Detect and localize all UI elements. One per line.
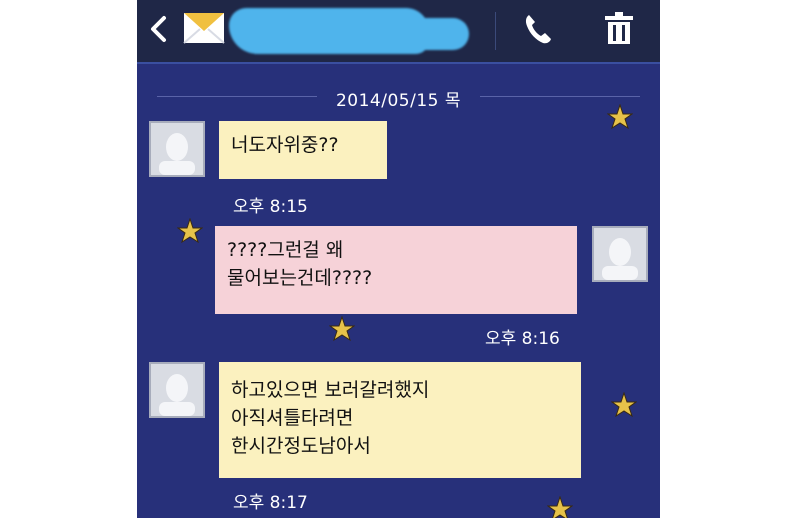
date-divider: 2014/05/15 목 bbox=[335, 91, 462, 111]
message-bubble-outgoing[interactable]: ????그런걸 왜 물어보는건데???? bbox=[215, 226, 577, 314]
star-decoration-icon bbox=[176, 217, 204, 244]
envelope-icon bbox=[182, 9, 226, 47]
message-time: 오후 8:15 bbox=[233, 197, 308, 217]
trash-icon[interactable] bbox=[603, 10, 635, 46]
star-decoration-icon bbox=[606, 103, 634, 130]
avatar[interactable] bbox=[149, 362, 205, 418]
message-bubble-incoming[interactable]: 하고있으면 보러갈려했지 아직셔틀타려면 한시간정도남아서 bbox=[219, 362, 581, 478]
message-time: 오후 8:17 bbox=[233, 493, 308, 513]
message-time: 오후 8:16 bbox=[485, 329, 560, 349]
avatar[interactable] bbox=[149, 121, 205, 177]
chat-screen: 2014/05/15 목 너도자위중?? 오후 8:15 ????그런걸 왜 물… bbox=[137, 0, 660, 518]
chat-header bbox=[137, 0, 660, 64]
star-decoration-icon bbox=[610, 391, 638, 418]
star-decoration-icon bbox=[546, 495, 574, 518]
contact-name-redacted bbox=[229, 8, 469, 54]
chevron-left-icon[interactable] bbox=[147, 12, 171, 46]
phone-icon[interactable] bbox=[523, 12, 553, 46]
message-bubble-incoming[interactable]: 너도자위중?? bbox=[219, 121, 387, 179]
star-decoration-icon bbox=[328, 315, 356, 342]
header-divider bbox=[495, 12, 496, 50]
avatar[interactable] bbox=[592, 226, 648, 282]
date-rule-right bbox=[480, 96, 640, 97]
